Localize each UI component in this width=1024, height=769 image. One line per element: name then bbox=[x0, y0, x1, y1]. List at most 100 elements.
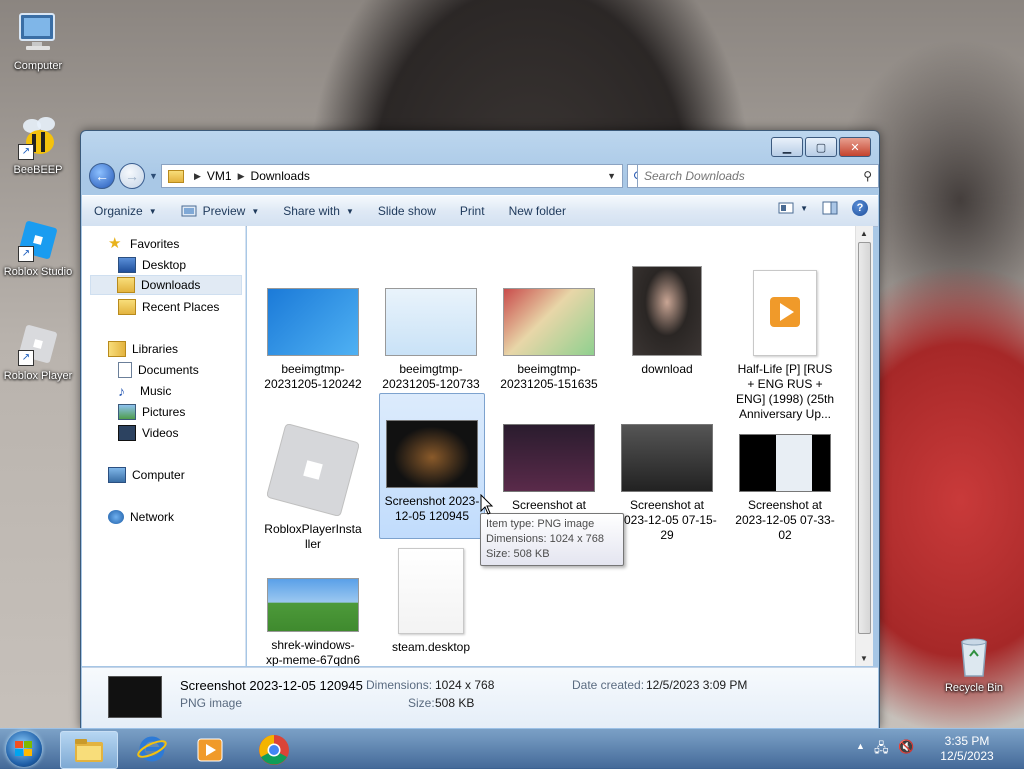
file-item[interactable]: Screenshot at 2023-12-05 07-33-02 bbox=[733, 412, 837, 543]
details-date-label: Date created: bbox=[572, 678, 645, 692]
taskbar-internet-explorer[interactable] bbox=[124, 731, 180, 767]
address-dropdown-icon[interactable]: ▼ bbox=[607, 171, 616, 181]
desktop-icon-roblox-studio[interactable]: ↗ Roblox Studio bbox=[0, 216, 76, 278]
taskbar-chrome[interactable] bbox=[246, 731, 302, 767]
chevron-down-icon: ▼ bbox=[345, 206, 354, 216]
explorer-folder-icon bbox=[75, 739, 103, 762]
file-item[interactable]: beeimgtmp-20231205-151635 bbox=[497, 250, 601, 392]
desktop-icon-roblox-player[interactable]: ↗ Roblox Player bbox=[0, 320, 76, 382]
computer-icon bbox=[108, 467, 126, 483]
nav-computer[interactable]: Computer bbox=[108, 465, 185, 485]
file-item-selected[interactable]: Screenshot 2023-12-05 120945 bbox=[379, 393, 485, 539]
network-status-icon[interactable]: 🖧 bbox=[874, 739, 889, 761]
image-thumbnail bbox=[503, 424, 595, 492]
file-name: shrek-windows-xp-meme-67qdn6 bbox=[265, 638, 361, 666]
search-icon[interactable]: ⚲ bbox=[863, 169, 872, 183]
music-note-icon: ♪ bbox=[118, 383, 125, 399]
file-item[interactable]: beeimgtmp-20231205-120242 bbox=[261, 250, 365, 392]
volume-muted-icon[interactable]: 🔇 bbox=[898, 739, 914, 755]
maximize-button[interactable]: ▢ bbox=[805, 137, 837, 157]
details-date-value: 12/5/2023 3:09 PM bbox=[646, 678, 748, 692]
change-view-button[interactable]: ▼ bbox=[778, 201, 808, 215]
start-button[interactable] bbox=[6, 731, 42, 767]
vertical-scrollbar[interactable]: ▲ ▼ bbox=[855, 226, 873, 666]
nav-label: Music bbox=[140, 384, 172, 398]
nav-network[interactable]: Network bbox=[108, 507, 174, 527]
desktop-icon-label: Roblox Player bbox=[3, 370, 73, 382]
image-thumbnail bbox=[385, 288, 477, 356]
chevron-right-icon[interactable]: ▶ bbox=[238, 171, 245, 182]
slide-show-button[interactable]: Slide show bbox=[366, 199, 448, 223]
details-size-label: Size: bbox=[408, 696, 435, 710]
media-file-icon bbox=[753, 270, 817, 356]
image-thumbnail bbox=[386, 420, 478, 488]
nav-pictures[interactable]: Pictures bbox=[118, 402, 185, 422]
new-folder-button[interactable]: New folder bbox=[497, 199, 578, 223]
taskbar-media-player[interactable] bbox=[182, 731, 238, 767]
show-hidden-icons-icon[interactable]: ▲ bbox=[856, 741, 865, 751]
file-name: Screenshot at 2023-12-05 07-15-29 bbox=[617, 498, 717, 542]
image-thumbnail bbox=[267, 288, 359, 356]
desktop-icon-computer[interactable]: Computer bbox=[0, 10, 76, 72]
scrollbar-thumb[interactable] bbox=[858, 242, 871, 634]
chevron-right-icon[interactable]: ▶ bbox=[194, 171, 201, 182]
organize-button[interactable]: Organize ▼ bbox=[82, 199, 169, 223]
print-button[interactable]: Print bbox=[448, 199, 497, 223]
shortcut-arrow-icon: ↗ bbox=[18, 246, 34, 262]
recent-pages-dropdown[interactable]: ▼ bbox=[149, 171, 158, 181]
details-pane: Screenshot 2023-12-05 120945 PNG image D… bbox=[82, 667, 878, 728]
file-item[interactable]: Screenshot at 2023-12-05 07-15-29 bbox=[615, 412, 719, 543]
pictures-icon bbox=[118, 404, 136, 420]
preview-pane-icon[interactable] bbox=[822, 201, 838, 215]
taskbar-explorer[interactable] bbox=[60, 731, 118, 769]
file-item[interactable]: beeimgtmp-20231205-120733 bbox=[379, 250, 483, 392]
nav-label: Downloads bbox=[141, 278, 201, 292]
tooltip-dimensions: Dimensions: 1024 x 768 bbox=[486, 533, 605, 545]
scroll-down-icon[interactable]: ▼ bbox=[860, 654, 868, 663]
file-item[interactable]: download bbox=[615, 250, 719, 377]
forward-button[interactable]: → bbox=[119, 163, 145, 189]
nav-videos[interactable]: Videos bbox=[118, 423, 178, 443]
search-input[interactable] bbox=[638, 168, 856, 184]
address-segment-downloads[interactable]: Downloads bbox=[251, 169, 310, 183]
image-thumbnail bbox=[503, 288, 595, 356]
roblox-player-icon: ↗ bbox=[14, 320, 62, 368]
nav-label: Pictures bbox=[142, 405, 186, 419]
file-item[interactable]: Half-Life [P] [RUS + ENG RUS + ENG] (199… bbox=[733, 250, 837, 422]
preview-label: Preview bbox=[202, 204, 246, 218]
file-item[interactable]: RobloxPlayerInstaller bbox=[261, 412, 365, 552]
nav-music[interactable]: ♪ Music bbox=[118, 381, 171, 401]
nav-recent-places[interactable]: Recent Places bbox=[118, 297, 219, 317]
generic-file-icon bbox=[398, 548, 464, 634]
nav-downloads[interactable]: Downloads bbox=[90, 275, 242, 295]
nav-libraries[interactable]: Libraries bbox=[108, 339, 178, 359]
nav-desktop[interactable]: Desktop bbox=[118, 255, 186, 275]
file-tooltip: Item type: PNG image Dimensions: 1024 x … bbox=[480, 513, 624, 566]
preview-button[interactable]: Preview ▼ bbox=[169, 199, 272, 223]
roblox-studio-icon: ↗ bbox=[14, 216, 62, 264]
desktop-icon-beebeep[interactable]: ↗ BeeBEEP bbox=[0, 114, 76, 176]
file-item[interactable]: steam.desktop bbox=[379, 548, 483, 655]
selected-file-thumbnail bbox=[108, 676, 162, 718]
desktop-icon-recycle-bin[interactable]: Recycle Bin bbox=[936, 632, 1012, 694]
file-item[interactable]: shrek-windows-xp-meme-67qdn6 bbox=[261, 578, 365, 666]
clock[interactable]: 3:35 PM 12/5/2023 bbox=[930, 734, 1004, 764]
close-button[interactable]: ✕ bbox=[839, 137, 871, 157]
address-segment-vm1[interactable]: VM1 bbox=[207, 169, 232, 183]
nav-documents[interactable]: Documents bbox=[118, 360, 199, 380]
file-item[interactable]: Screenshot at 2023-12-05 bbox=[497, 412, 601, 528]
help-icon[interactable]: ? bbox=[852, 200, 868, 216]
nav-favorites[interactable]: ★ Favorites bbox=[108, 234, 179, 254]
search-box[interactable]: ⚲ bbox=[637, 164, 879, 188]
minimize-button[interactable]: ▁ bbox=[771, 137, 803, 157]
image-thumbnail bbox=[632, 266, 702, 356]
network-icon bbox=[108, 510, 124, 524]
back-button[interactable]: ← bbox=[89, 163, 115, 189]
documents-icon bbox=[118, 362, 132, 378]
scroll-up-icon[interactable]: ▲ bbox=[860, 229, 868, 238]
nav-label: Libraries bbox=[132, 342, 179, 356]
share-with-button[interactable]: Share with ▼ bbox=[271, 199, 366, 223]
address-bar[interactable]: ▶ VM1 ▶ Downloads ▼ bbox=[161, 164, 623, 188]
file-name: beeimgtmp-20231205-151635 bbox=[500, 362, 598, 391]
bee-icon: ↗ bbox=[14, 114, 62, 162]
